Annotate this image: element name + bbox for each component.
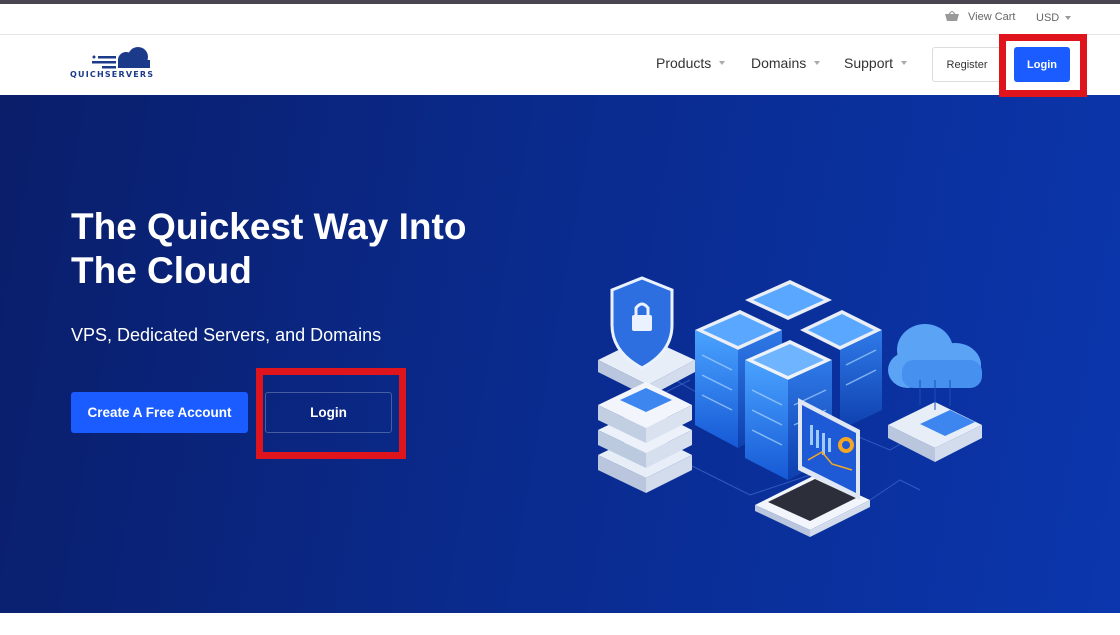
nav-domains[interactable]: Domains xyxy=(751,55,821,71)
nav-support-label: Support xyxy=(844,55,894,71)
storage-disks-icon xyxy=(598,382,692,493)
hero-title-line2: The Cloud xyxy=(71,250,252,291)
hero-subtitle: VPS, Dedicated Servers, and Domains xyxy=(71,325,382,345)
currency-label: USD xyxy=(1036,12,1060,24)
chevron-down-icon xyxy=(901,61,908,65)
cloud-infrastructure-illustration xyxy=(598,276,982,537)
site-logo[interactable]: QUICHSERVERS xyxy=(70,47,160,83)
hero-title-line1: The Quickest Way Into xyxy=(71,206,467,247)
register-button[interactable]: Register xyxy=(932,47,1002,82)
nav-products[interactable]: Products xyxy=(656,55,726,71)
shield-lock-icon xyxy=(598,276,695,397)
chevron-down-icon xyxy=(1065,16,1072,20)
nav-support[interactable]: Support xyxy=(844,55,908,71)
hero-title: The Quickest Way Into The Cloud xyxy=(71,205,511,293)
view-cart-label: View Cart xyxy=(968,11,1016,23)
highlight-box-hero-login xyxy=(256,368,406,459)
cloud-icon xyxy=(888,324,982,462)
main-header: QUICHSERVERS Products Domains Support Re… xyxy=(0,35,1120,95)
basket-icon xyxy=(945,11,959,21)
highlight-box-header-login xyxy=(999,34,1087,97)
logo-text: QUICHSERVERS xyxy=(70,70,155,79)
below-hero-area xyxy=(0,613,1120,635)
hero-section: The Quickest Way Into The Cloud VPS, Ded… xyxy=(0,95,1120,613)
utility-bar: View Cart USD xyxy=(0,4,1120,35)
nav-domains-label: Domains xyxy=(751,55,807,71)
nav-products-label: Products xyxy=(656,55,712,71)
chevron-down-icon xyxy=(719,61,726,65)
create-account-button[interactable]: Create A Free Account xyxy=(71,392,248,433)
view-cart-link[interactable]: View Cart xyxy=(944,11,1015,23)
cloud-logo-icon xyxy=(92,47,150,69)
chevron-down-icon xyxy=(814,61,821,65)
currency-selector[interactable]: USD xyxy=(1036,12,1072,24)
